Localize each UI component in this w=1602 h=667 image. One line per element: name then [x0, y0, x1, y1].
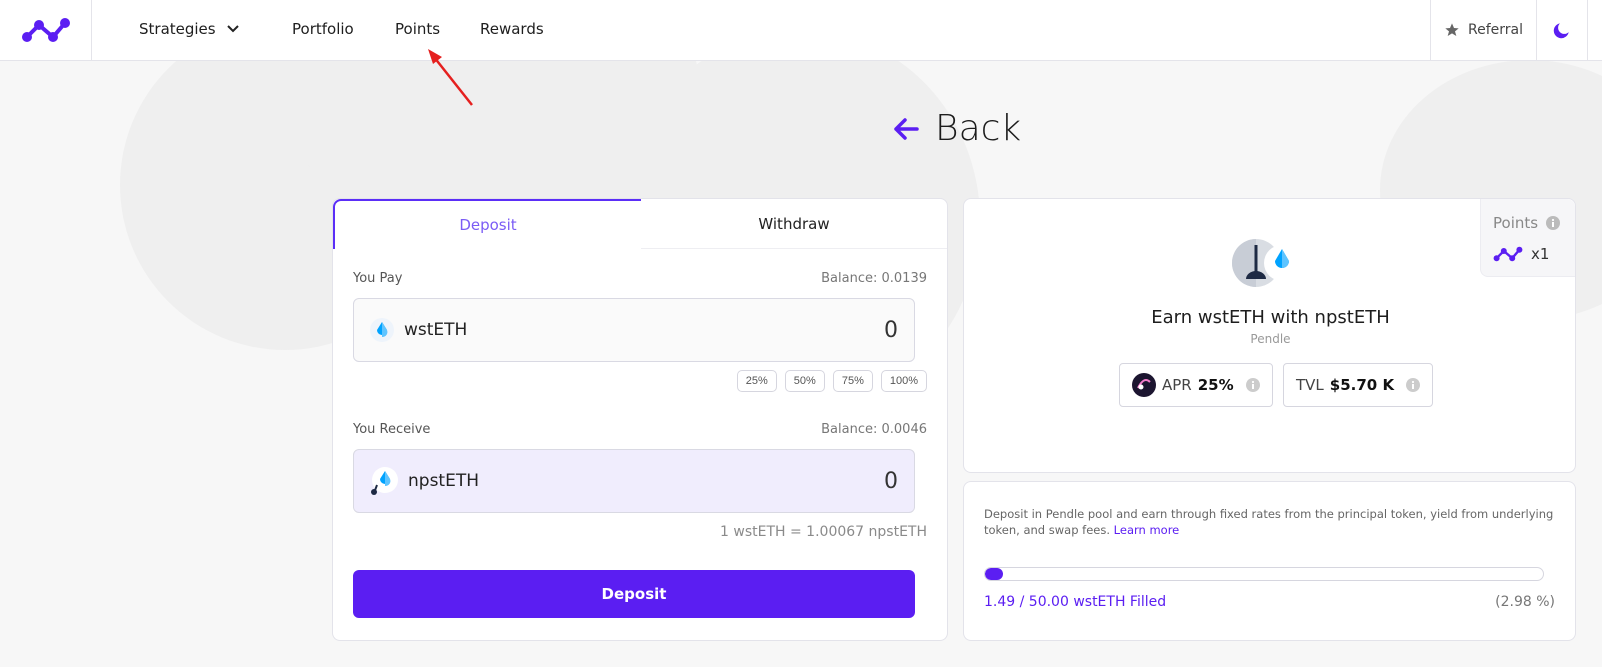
vault-card: Deposit Withdraw You Pay Balance: 0.0139… [332, 198, 948, 641]
pct-75-button[interactable]: 75% [832, 370, 873, 392]
points-label: Points [1493, 214, 1539, 232]
nav-portfolio-label: Portfolio [292, 20, 354, 38]
points-panel: Points x1 [1480, 199, 1575, 277]
filled-percent: (2.98 %) [1495, 594, 1555, 610]
tvl-value: $5.70 K [1329, 376, 1395, 394]
pendle-wsteth-icon [1232, 239, 1300, 287]
capacity-progress-fill [985, 568, 1003, 580]
you-receive-label: You Receive [353, 422, 431, 437]
referral-label: Referral [1468, 22, 1523, 38]
pay-input[interactable]: wstETH 0 [353, 298, 915, 362]
arrow-left-icon [894, 117, 919, 140]
npsteth-icon [371, 467, 398, 495]
theme-toggle-button[interactable] [1536, 0, 1588, 60]
nav-strategies-label: Strategies [139, 20, 216, 38]
strategy-protocol: Pendle [1250, 332, 1291, 346]
strategy-title: Earn wstETH with npstETH [1151, 307, 1390, 328]
back-label: Back [935, 108, 1022, 149]
points-logo-icon [1493, 246, 1523, 262]
tab-deposit[interactable]: Deposit [333, 199, 641, 249]
wsteth-icon [370, 318, 394, 342]
you-pay-label: You Pay [353, 271, 403, 286]
receive-output: npstETH 0 [353, 449, 915, 513]
pay-balance: Balance: 0.0139 [821, 271, 927, 286]
strategy-card: Points x1 Earn wstETH with npstETH Pendl… [963, 198, 1576, 473]
capacity-card: Deposit in Pendle pool and earn through … [963, 481, 1576, 641]
apr-icon [1132, 373, 1156, 397]
pct-100-button[interactable]: 100% [880, 370, 927, 392]
percent-buttons: 25% 50% 75% 100% [736, 370, 927, 392]
apr-label: APR [1162, 376, 1192, 394]
info-icon[interactable] [1245, 378, 1260, 392]
tab-bar: Deposit Withdraw [333, 199, 947, 249]
nav-rewards[interactable]: Rewards [480, 20, 544, 38]
info-icon[interactable] [1406, 378, 1421, 392]
nav-strategies[interactable]: Strategies [139, 20, 240, 38]
pay-token-name: wstETH [404, 320, 468, 340]
top-navbar: Strategies Portfolio Points Rewards Refe… [0, 0, 1602, 61]
points-multiplier: x1 [1531, 245, 1550, 263]
apr-value: 25% [1197, 376, 1234, 394]
description-text: Deposit in Pendle pool and earn through … [984, 507, 1554, 537]
learn-more-link[interactable]: Learn more [1114, 523, 1180, 537]
nav-rewards-label: Rewards [480, 20, 544, 38]
chevron-down-icon [226, 25, 239, 33]
info-icon[interactable] [1546, 216, 1561, 230]
logo-icon [21, 18, 70, 42]
annotation-arrow-icon [428, 49, 473, 106]
logo[interactable] [0, 0, 92, 60]
apr-badge: APR 25% [1119, 363, 1273, 407]
receive-balance: Balance: 0.0046 [821, 422, 927, 437]
pay-amount: 0 [884, 317, 898, 343]
moon-icon [1553, 23, 1569, 39]
star-icon [1445, 23, 1459, 36]
referral-button[interactable]: Referral [1430, 0, 1536, 60]
nav-points[interactable]: Points [395, 20, 440, 38]
receive-amount: 0 [884, 468, 898, 494]
deposit-button[interactable]: Deposit [353, 570, 915, 618]
back-link[interactable]: Back [893, 108, 1021, 149]
tvl-badge: TVL $5.70 K [1283, 363, 1434, 407]
receive-token-name: npstETH [408, 471, 479, 491]
tab-deposit-label: Deposit [459, 216, 517, 234]
exchange-rate: 1 wstETH = 1.00067 npstETH [720, 524, 927, 540]
strategy-description: Deposit in Pendle pool and earn through … [984, 506, 1554, 538]
capacity-progress-bar [984, 567, 1544, 581]
filled-amount: 1.49 / 50.00 wstETH Filled [984, 594, 1167, 610]
nav-portfolio[interactable]: Portfolio [292, 20, 354, 38]
pct-50-button[interactable]: 50% [784, 370, 825, 392]
tab-withdraw-label: Withdraw [758, 214, 830, 233]
nav-points-label: Points [395, 20, 441, 38]
tvl-label: TVL [1296, 376, 1324, 394]
tab-withdraw[interactable]: Withdraw [641, 199, 947, 249]
pct-25-button[interactable]: 25% [736, 370, 777, 392]
